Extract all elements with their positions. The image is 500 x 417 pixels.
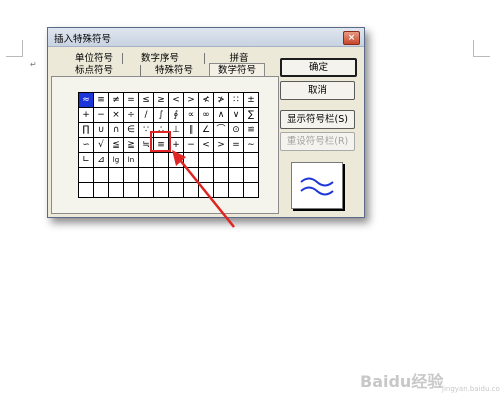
- annotation-arrow-icon: [172, 150, 235, 228]
- watermark-subtext: jingyan.baidu.com: [442, 385, 500, 393]
- watermark-logo: Baidu经验: [360, 372, 444, 391]
